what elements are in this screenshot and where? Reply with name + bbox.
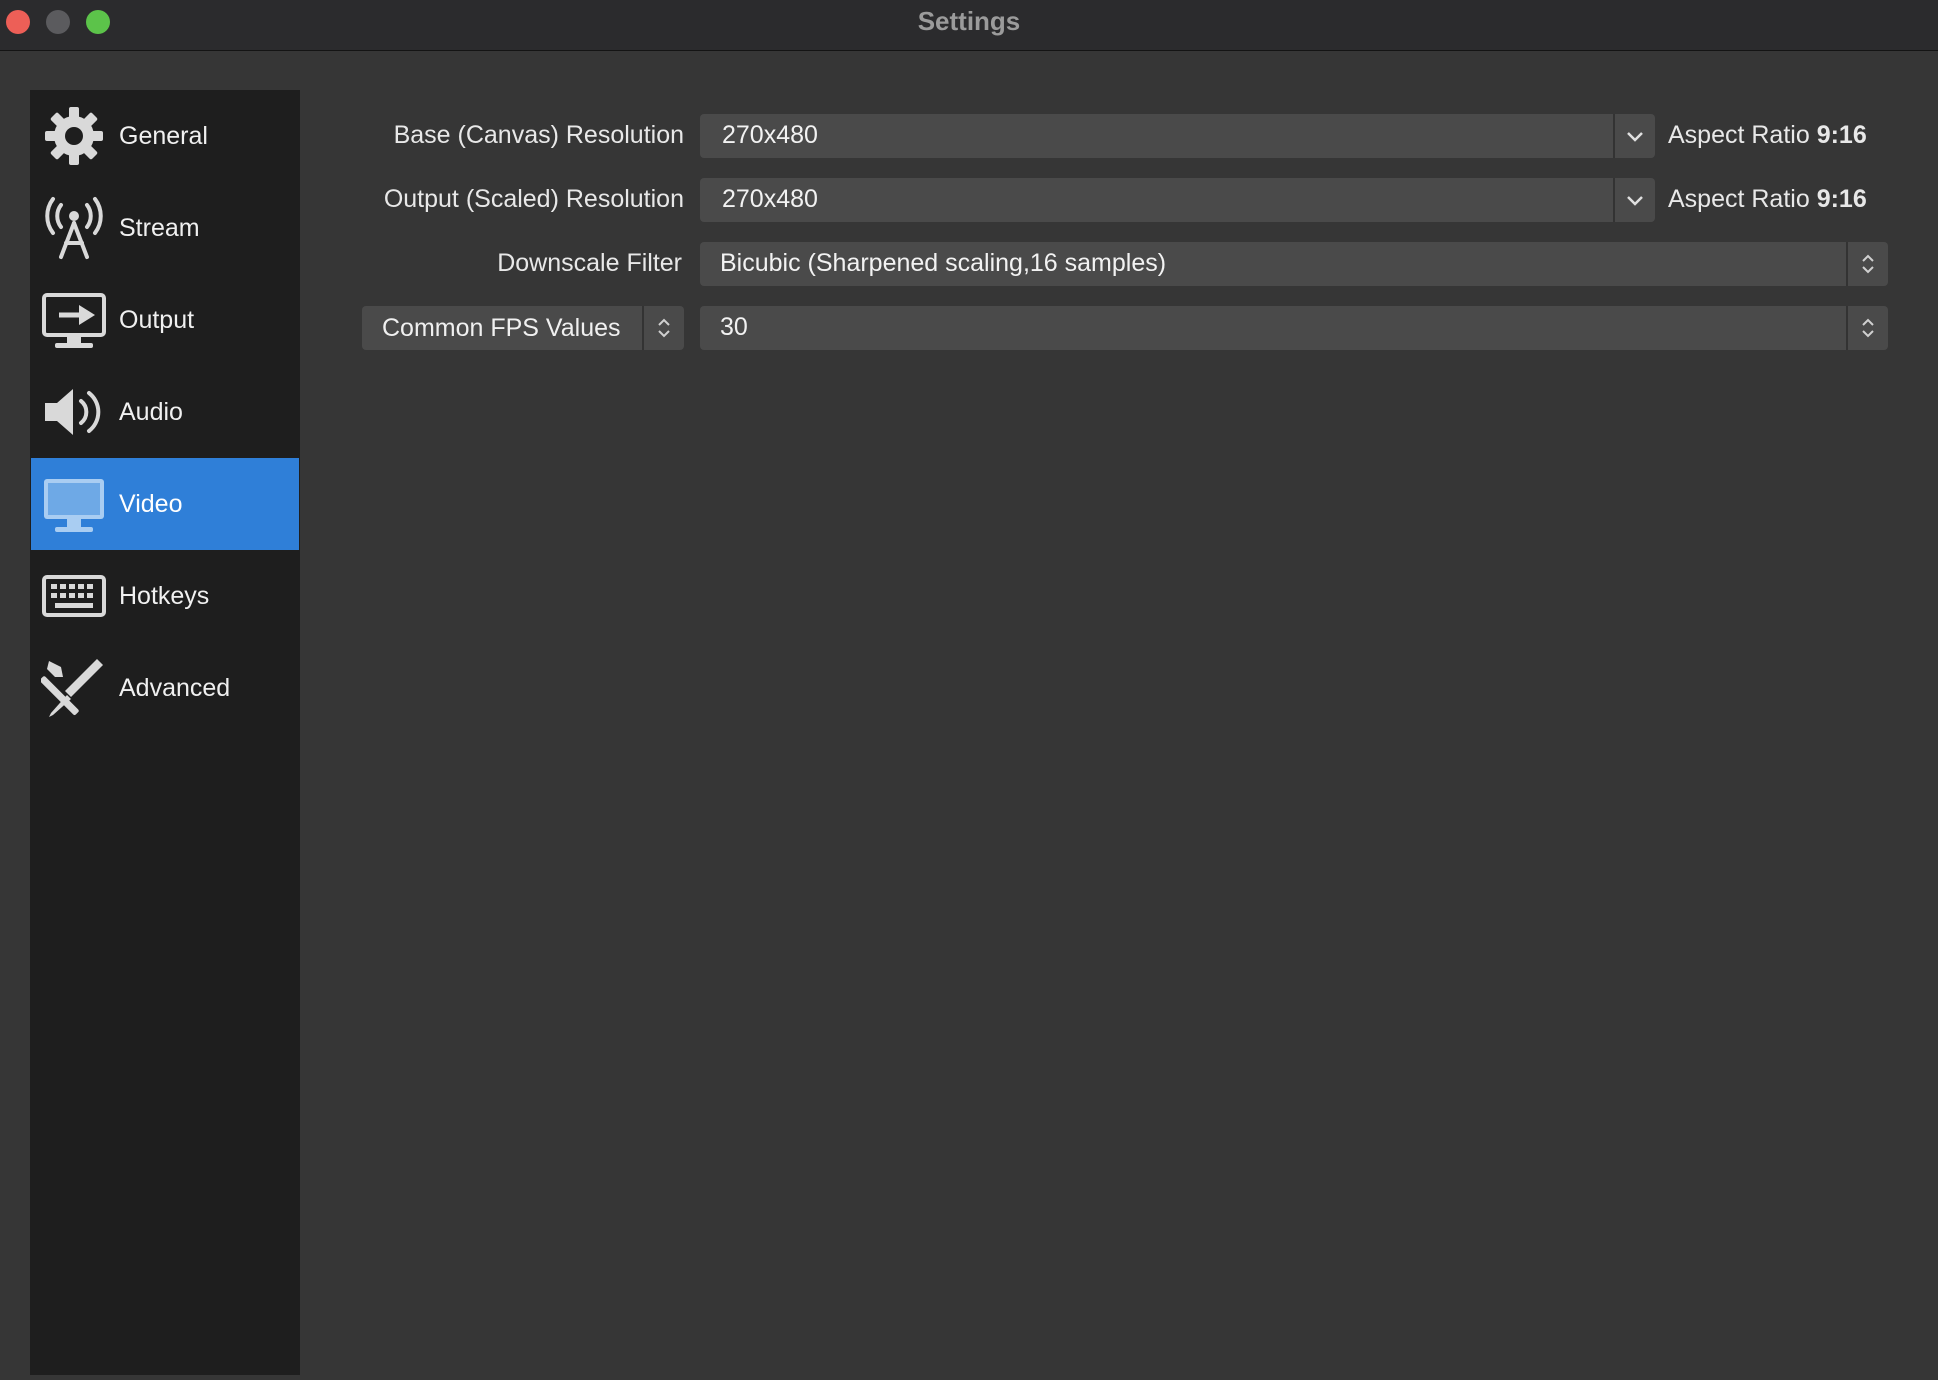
up-down-chevron-icon xyxy=(658,318,670,338)
base-aspect-ratio: Aspect Ratio 9:16 xyxy=(1668,121,1867,150)
keyboard-icon xyxy=(41,563,107,629)
sidebar-item-output[interactable]: Output xyxy=(31,274,299,366)
title-bar: Settings xyxy=(0,0,1938,51)
sidebar-item-video[interactable]: Video xyxy=(31,458,299,550)
monitor-icon xyxy=(41,471,107,537)
sidebar-item-label: Advanced xyxy=(119,673,231,702)
output-resolution-combobox[interactable]: 270x480 xyxy=(700,178,1655,222)
downscale-filter-label: Downscale Filter xyxy=(497,249,682,277)
fps-value: 30 xyxy=(720,313,748,341)
sidebar-item-label: Audio xyxy=(119,397,183,426)
fps-value-stepper[interactable] xyxy=(1846,306,1888,350)
base-aspect-ratio-prefix: Aspect Ratio xyxy=(1668,121,1810,149)
fps-type-select[interactable]: Common FPS Values xyxy=(362,306,684,350)
sidebar-item-label: Stream xyxy=(119,213,200,242)
base-aspect-ratio-value: 9:16 xyxy=(1816,121,1867,149)
output-monitor-icon xyxy=(41,287,107,353)
gear-icon xyxy=(41,103,107,169)
output-resolution-label: Output (Scaled) Resolution xyxy=(383,185,684,213)
base-resolution-label: Base (Canvas) Resolution xyxy=(393,121,684,149)
sidebar-item-stream[interactable]: Stream xyxy=(31,182,299,274)
fps-type-stepper[interactable] xyxy=(642,306,684,350)
base-resolution-dropdown-button[interactable] xyxy=(1613,114,1655,158)
sidebar-item-label: Hotkeys xyxy=(119,581,210,610)
downscale-filter-stepper[interactable] xyxy=(1846,242,1888,286)
fps-value-select[interactable]: 30 xyxy=(700,306,1888,350)
sidebar-item-general[interactable]: General xyxy=(31,90,299,182)
antenna-icon xyxy=(41,195,107,261)
sidebar-item-hotkeys[interactable]: Hotkeys xyxy=(31,550,299,642)
window-title: Settings xyxy=(917,6,1021,36)
downscale-filter-value: Bicubic (Sharpened scaling,16 samples) xyxy=(720,249,1167,277)
downscale-filter-select[interactable]: Bicubic (Sharpened scaling,16 samples) xyxy=(700,242,1888,286)
sidebar-item-label: General xyxy=(119,121,208,150)
base-resolution-value: 270x480 xyxy=(722,121,818,149)
output-aspect-ratio: Aspect Ratio 9:16 xyxy=(1668,185,1867,214)
output-aspect-ratio-prefix: Aspect Ratio xyxy=(1668,185,1810,213)
tools-icon xyxy=(41,655,107,721)
chevron-down-icon xyxy=(1627,196,1643,206)
up-down-chevron-icon xyxy=(1862,254,1874,274)
chevron-down-icon xyxy=(1627,132,1643,142)
sidebar-item-label: Output xyxy=(119,305,195,334)
sidebar-item-label: Video xyxy=(119,489,183,518)
speaker-icon xyxy=(41,379,107,445)
up-down-chevron-icon xyxy=(1862,318,1874,338)
sidebar-item-audio[interactable]: Audio xyxy=(31,366,299,458)
output-aspect-ratio-value: 9:16 xyxy=(1816,185,1867,213)
fps-type-label: Common FPS Values xyxy=(382,314,621,342)
settings-sidebar: General Stream Output Audio Video Hotkey… xyxy=(30,90,300,1375)
sidebar-item-advanced[interactable]: Advanced xyxy=(31,642,299,734)
base-resolution-combobox[interactable]: 270x480 xyxy=(700,114,1655,158)
output-resolution-value: 270x480 xyxy=(722,185,818,213)
output-resolution-dropdown-button[interactable] xyxy=(1613,178,1655,222)
